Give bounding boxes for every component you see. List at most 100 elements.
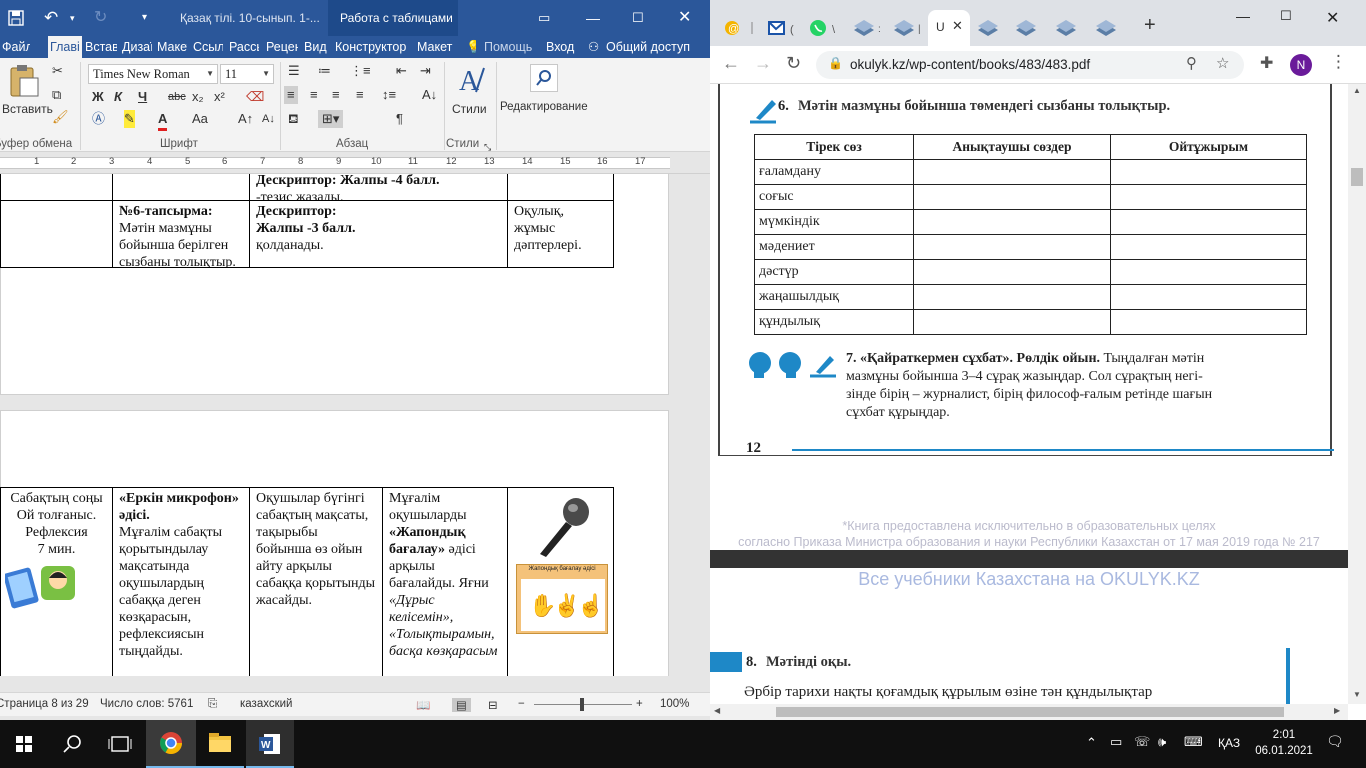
system-tray-expand-icon[interactable]: ⌃ bbox=[1086, 735, 1097, 751]
notification-icon[interactable]: 🗨 bbox=[1326, 733, 1344, 750]
zoom-out-icon[interactable]: − bbox=[518, 698, 525, 710]
tab-book-2[interactable]: | bbox=[890, 10, 930, 46]
page-counter[interactable]: Страница 8 из 29 bbox=[0, 698, 89, 710]
document-area[interactable]: Дескриптор: Жалпы -4 балл. -тезис жазады… bbox=[0, 174, 670, 676]
redo-icon[interactable]: ↻ bbox=[94, 0, 107, 36]
language-indicator[interactable]: казахский bbox=[240, 698, 292, 710]
tab-table-layout[interactable]: Макет bbox=[417, 36, 453, 58]
pdf-viewer[interactable]: 6. Мәтін мазмұны бойынша төмендегі сызба… bbox=[710, 84, 1348, 704]
tell-me-search[interactable]: Помощь bbox=[484, 36, 534, 58]
proofing-icon[interactable]: ⎘ bbox=[208, 698, 217, 711]
tab-file[interactable]: Файл bbox=[0, 36, 30, 58]
scrollbar-thumb[interactable] bbox=[1351, 168, 1363, 186]
pdf-horizontal-scrollbar[interactable]: ◀ ▶ bbox=[710, 704, 1348, 720]
url-text[interactable]: okulyk.kz/wp-content/books/483/483.pdf bbox=[850, 57, 1090, 72]
format-painter-icon[interactable]: 🖌 bbox=[52, 108, 69, 126]
borders-icon[interactable]: ⊞▾ bbox=[318, 110, 344, 128]
clear-formatting-icon[interactable]: ⌫ bbox=[246, 88, 264, 106]
font-size-combo[interactable]: 11 ▼ bbox=[220, 64, 274, 84]
chrome-taskbar-icon[interactable] bbox=[146, 720, 196, 768]
word-taskbar-icon[interactable]: W bbox=[246, 720, 294, 768]
highlight-icon[interactable]: ✎ bbox=[124, 110, 135, 128]
copy-icon[interactable]: ⧉ bbox=[52, 86, 61, 104]
signin-link[interactable]: Вход bbox=[546, 36, 576, 58]
align-right-icon[interactable]: ≡ bbox=[332, 86, 340, 104]
battery-icon[interactable]: ▭ bbox=[1110, 734, 1122, 750]
tab-table-design[interactable]: Конструктор bbox=[335, 36, 409, 58]
tab-home[interactable]: Главі bbox=[48, 36, 82, 58]
superscript-button[interactable]: x² bbox=[214, 88, 225, 106]
tab-references[interactable]: Ссыл bbox=[193, 36, 223, 58]
share-button[interactable]: Общий доступ bbox=[606, 36, 706, 58]
bookmark-star-icon[interactable]: ☆ bbox=[1216, 54, 1229, 72]
paste-button[interactable]: Вставить bbox=[2, 100, 53, 118]
tab-insert[interactable]: Встав bbox=[85, 36, 117, 58]
web-layout-icon[interactable]: ⊟ bbox=[488, 698, 498, 712]
language-indicator[interactable]: ҚАЗ bbox=[1218, 736, 1240, 750]
font-name-combo[interactable]: Times New Roman ▼ bbox=[88, 64, 218, 84]
styles-button[interactable]: Стили bbox=[452, 100, 487, 118]
pdf-vertical-scrollbar[interactable]: ▲ ▼ bbox=[1348, 84, 1366, 704]
minimize-icon[interactable]: — bbox=[1236, 8, 1250, 24]
text-effects-icon[interactable]: Ⓐ bbox=[92, 110, 105, 128]
tab-review[interactable]: Рецен bbox=[266, 36, 298, 58]
minimize-icon[interactable]: — bbox=[586, 0, 600, 36]
task-view-icon[interactable] bbox=[96, 720, 144, 768]
zoom-level[interactable]: 100% bbox=[660, 698, 689, 710]
underline-button[interactable]: Ч bbox=[138, 88, 147, 106]
search-icon[interactable] bbox=[48, 720, 96, 768]
tab-book-3[interactable] bbox=[972, 10, 1012, 46]
align-left-icon[interactable]: ≡ bbox=[284, 86, 298, 104]
paste-icon[interactable] bbox=[8, 64, 40, 98]
tab-book-5[interactable] bbox=[1050, 10, 1090, 46]
file-explorer-icon[interactable] bbox=[196, 720, 244, 768]
align-center-icon[interactable]: ≡ bbox=[310, 86, 318, 104]
new-tab-icon[interactable]: + bbox=[1144, 14, 1156, 37]
increase-indent-icon[interactable]: ⇥ bbox=[420, 62, 431, 80]
line-spacing-icon[interactable]: ↕≡ bbox=[382, 86, 396, 104]
maximize-icon[interactable]: ☐ bbox=[632, 0, 644, 36]
quick-access-customize-icon[interactable]: ▾ bbox=[142, 0, 147, 36]
word-count[interactable]: Число слов: 5761 bbox=[100, 698, 193, 710]
menu-icon[interactable]: ⋮ bbox=[1330, 52, 1347, 72]
tab-layout[interactable]: Макет bbox=[157, 36, 187, 58]
volume-icon[interactable]: 🕪 bbox=[1158, 734, 1166, 750]
search-icon[interactable] bbox=[530, 64, 558, 92]
keyboard-icon[interactable]: ⌨ bbox=[1184, 734, 1203, 750]
italic-button[interactable]: К bbox=[114, 88, 122, 106]
tab-design[interactable]: Дизаї bbox=[122, 36, 152, 58]
profile-avatar[interactable]: N bbox=[1290, 54, 1312, 76]
shading-icon[interactable]: ⛾ bbox=[288, 110, 299, 128]
scrollbar-thumb[interactable] bbox=[776, 707, 1284, 717]
extensions-icon[interactable]: ✚ bbox=[1260, 53, 1273, 73]
zoom-slider-thumb[interactable] bbox=[580, 698, 584, 711]
close-tab-icon[interactable]: ✕ bbox=[952, 18, 963, 34]
save-icon[interactable] bbox=[8, 0, 24, 36]
clock[interactable]: 2:01 06.01.2021 bbox=[1252, 727, 1316, 759]
tab-messages[interactable]: ( bbox=[766, 10, 806, 46]
tab-whatsapp[interactable]: \ bbox=[806, 10, 850, 46]
undo-icon[interactable]: ↶ bbox=[44, 0, 58, 36]
document-scrollbar[interactable] bbox=[670, 174, 710, 676]
close-icon[interactable]: ✕ bbox=[1326, 8, 1339, 28]
maximize-icon[interactable]: ☐ bbox=[1280, 8, 1292, 24]
justify-icon[interactable]: ≡ bbox=[356, 86, 364, 104]
subscript-button[interactable]: x₂ bbox=[192, 88, 204, 106]
sort-icon[interactable]: A↓ bbox=[422, 86, 437, 104]
tab-okulyk-active[interactable]: U ✕ bbox=[928, 10, 970, 46]
multilevel-list-icon[interactable]: ⋮≡ bbox=[350, 62, 371, 80]
strikethrough-button[interactable]: abc bbox=[168, 88, 186, 106]
change-case-icon[interactable]: Aa bbox=[192, 110, 208, 128]
styles-icon[interactable]: A bbox=[456, 64, 486, 98]
bold-button[interactable]: Ж bbox=[92, 88, 104, 106]
numbering-icon[interactable]: ≔ bbox=[318, 62, 331, 80]
ribbon-display-icon[interactable]: ▭ bbox=[538, 0, 550, 36]
tab-view[interactable]: Вид bbox=[304, 36, 328, 58]
undo-dropdown-icon[interactable]: ▾ bbox=[70, 0, 75, 36]
address-bar[interactable]: 🔒 okulyk.kz/wp-content/books/483/483.pdf… bbox=[816, 51, 1244, 79]
tab-book-4[interactable] bbox=[1010, 10, 1050, 46]
font-color-icon[interactable]: A bbox=[158, 110, 168, 131]
tab-mail[interactable]: @ bbox=[722, 10, 762, 46]
bullets-icon[interactable]: ☰ bbox=[288, 62, 300, 80]
print-layout-icon[interactable]: ▤ bbox=[452, 698, 471, 712]
